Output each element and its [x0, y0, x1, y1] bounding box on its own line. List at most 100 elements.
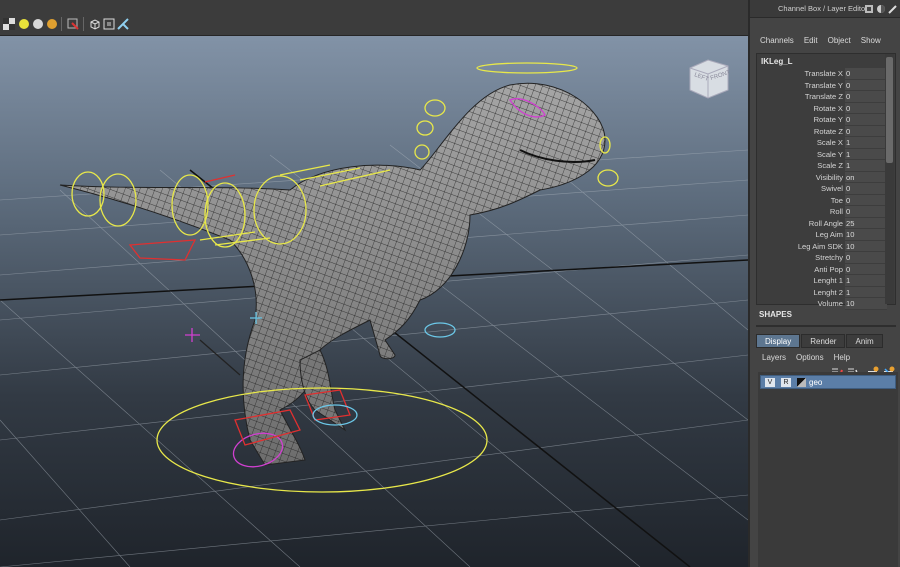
isolate-select-icon[interactable]	[66, 17, 80, 31]
channel-label[interactable]: Lenght 2	[757, 287, 845, 299]
layer-visibility-toggle[interactable]: V	[765, 378, 775, 387]
channel-row[interactable]: Rotate Y0	[757, 114, 887, 126]
channel-label[interactable]: Scale Y	[757, 149, 845, 161]
channel-row[interactable]: Lenght 21	[757, 286, 887, 299]
channel-label[interactable]: Toe	[757, 195, 845, 207]
channel-row[interactable]: Translate Z0	[757, 91, 887, 103]
channel-row[interactable]: Volume 10	[757, 298, 887, 310]
channel-label[interactable]: Translate X	[757, 68, 845, 80]
channel-value-field[interactable]: on	[845, 171, 887, 183]
channel-value-field[interactable]: 1	[845, 148, 887, 160]
xray-icon[interactable]	[102, 17, 116, 31]
channel-row[interactable]: Translate X0	[757, 68, 887, 80]
channel-label[interactable]: Lenght 1	[757, 275, 845, 287]
channel-value-field[interactable]: 0	[845, 79, 887, 91]
channel-label[interactable]: Roll	[757, 206, 845, 218]
layer-editor-menu: Layers Options Help	[750, 351, 900, 364]
tab-display[interactable]: Display	[756, 334, 801, 348]
layer-editor-tabs: Display Render Anim	[756, 334, 900, 348]
channel-label[interactable]: Leg Aim	[757, 229, 845, 241]
channel-row[interactable]: Leg Aim 10	[757, 229, 887, 241]
channel-value-field[interactable]: 10	[845, 298, 887, 310]
channel-value-field[interactable]: 0	[845, 206, 887, 218]
channel-label[interactable]: Rotate X	[757, 103, 845, 115]
menu-channels[interactable]: Channels	[760, 34, 794, 48]
channel-box: IKLeg_L Translate X 0 Translate Y 0 Translat…	[756, 53, 896, 310]
channel-value-field[interactable]: 0	[845, 183, 887, 195]
channel-row[interactable]: Toe 0	[757, 194, 887, 207]
channel-box-scrollbar[interactable]	[885, 54, 894, 304]
channel-row[interactable]: Swivel 0	[757, 183, 887, 195]
channel-row[interactable]: Scale X1	[757, 137, 887, 149]
channel-label[interactable]: Rotate Z	[757, 126, 845, 138]
trex-mesh	[59, 82, 606, 466]
default-light-icon[interactable]	[17, 17, 31, 31]
tool-settings-icon[interactable]	[888, 4, 898, 14]
channel-row[interactable]: Lenght 11	[757, 275, 887, 287]
channel-row[interactable]: Visibility on	[757, 171, 887, 184]
tab-anim[interactable]: Anim	[846, 334, 883, 348]
menu-show[interactable]: Show	[861, 34, 881, 48]
channel-value-field[interactable]: 0	[845, 252, 887, 264]
attribute-list: Translate X 0 Translate Y 0 Translate Z 0 Rota…	[757, 68, 887, 310]
channel-label[interactable]: Rotate Y	[757, 114, 845, 126]
channel-label[interactable]: Stretchy	[757, 252, 845, 264]
layer-name[interactable]: geo	[809, 376, 822, 389]
channel-value-field[interactable]: 1	[845, 137, 887, 149]
channel-row[interactable]: Stretchy 0	[757, 252, 887, 264]
menu-layers[interactable]: Layers	[762, 351, 786, 364]
channel-value-field[interactable]: 1	[845, 160, 887, 172]
channel-value-field[interactable]: 1	[845, 286, 887, 298]
menu-edit[interactable]: Edit	[804, 34, 818, 48]
panel-divider[interactable]	[756, 325, 896, 327]
channel-row[interactable]: Rotate Z0	[757, 125, 887, 138]
channel-value-field[interactable]: 25	[845, 217, 887, 229]
channel-label[interactable]: Roll Angle	[757, 218, 845, 230]
channel-label[interactable]: Scale Z	[757, 160, 845, 172]
channel-value-field[interactable]: 10	[845, 229, 887, 241]
channel-value-field[interactable]: 0	[845, 114, 887, 126]
wireframe-cube-icon[interactable]	[88, 17, 102, 31]
menu-object[interactable]: Object	[828, 34, 851, 48]
shadows-icon[interactable]	[45, 17, 59, 31]
channel-value-field[interactable]: 0	[845, 91, 887, 103]
channel-label[interactable]: Translate Y	[757, 80, 845, 92]
attribute-editor-icon[interactable]	[876, 4, 886, 14]
channel-row[interactable]: Roll Angle 25	[757, 217, 887, 230]
channel-value-field[interactable]: 10	[845, 240, 887, 252]
channel-value-field[interactable]: 0	[845, 102, 887, 114]
layer-display-type-toggle[interactable]: R	[781, 378, 791, 387]
channel-row[interactable]: Translate Y0	[757, 79, 887, 92]
channel-label[interactable]: Anti Pop	[757, 264, 845, 276]
layer-row-geo[interactable]: V R geo	[760, 375, 896, 389]
channel-row[interactable]: Roll 0	[757, 206, 887, 218]
shapes-section-label: SHAPES	[759, 310, 792, 319]
channel-label[interactable]: Scale X	[757, 137, 845, 149]
channel-row[interactable]: Leg Aim SDK 10	[757, 240, 887, 253]
tab-render[interactable]: Render	[801, 334, 846, 348]
channel-row[interactable]: Anti Pop 0	[757, 263, 887, 276]
channel-value-field[interactable]: 0	[845, 68, 887, 80]
joint-xray-icon[interactable]	[116, 17, 130, 31]
channel-label[interactable]: Leg Aim SDK	[757, 241, 845, 253]
channel-row[interactable]: Scale Z1	[757, 160, 887, 172]
channel-box-toggle-icon[interactable]	[864, 4, 874, 14]
checker-icon[interactable]	[2, 17, 16, 31]
channel-value-field[interactable]: 0	[845, 125, 887, 137]
channel-value-field[interactable]: 0	[845, 194, 887, 206]
channel-label[interactable]: Translate Z	[757, 91, 845, 103]
channel-label[interactable]: Volume	[757, 298, 845, 310]
layer-color-swatch[interactable]	[797, 378, 806, 387]
channel-row[interactable]: Scale Y1	[757, 148, 887, 161]
menu-options[interactable]: Options	[796, 351, 824, 364]
channel-value-field[interactable]: 0	[845, 263, 887, 275]
channel-label[interactable]: Visibility	[757, 172, 845, 184]
viewport-3d[interactable]: LEFT FRONT	[0, 0, 748, 567]
channel-row[interactable]: Rotate X0	[757, 102, 887, 115]
all-lights-icon[interactable]	[31, 17, 45, 31]
node-name: IKLeg_L	[761, 57, 793, 66]
channel-value-field[interactable]: 1	[845, 275, 887, 287]
menu-help[interactable]: Help	[834, 351, 850, 364]
scrollbar-thumb[interactable]	[886, 57, 893, 163]
channel-label[interactable]: Swivel	[757, 183, 845, 195]
